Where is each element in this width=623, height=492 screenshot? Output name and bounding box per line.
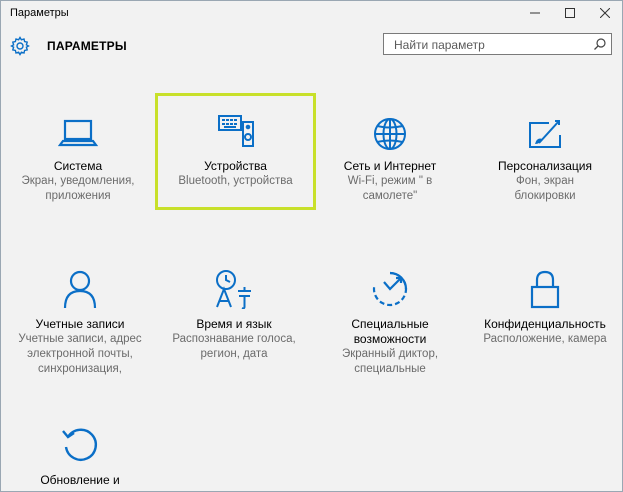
lock-icon [530,270,560,309]
tile-label: Устройства [204,159,267,173]
tile-accounts[interactable]: Учетные записи Учетные записи, адрес эле… [5,269,155,377]
tile-desc: Wi-Fi, режим " в [347,175,433,187]
tile-devices[interactable]: Устройства Bluetooth, устройства [155,93,316,210]
tile-label: Обновление и [40,473,120,487]
tile-time-language[interactable]: Время и язык Распознавание голоса, регио… [159,269,309,362]
tile-label: Учетные записи [35,317,125,331]
tile-label: Персонализация [497,159,593,173]
tile-desc: синхронизация, [38,363,122,375]
tile-desc: Фон, экран [516,175,574,187]
tile-network[interactable]: Сеть и Интернет Wi-Fi, режим " в самолет… [315,117,465,204]
tile-desc: специальные [354,363,426,375]
tile-desc: Bluetooth, устройства [178,175,293,187]
devices-icon [217,115,254,147]
tile-desc: Экранный диктор, [341,348,439,360]
tile-desc: Распознавание голоса, [172,333,296,345]
ease-of-access-icon [372,271,408,307]
tile-desc: блокировки [514,190,576,202]
tile-desc: Расположение, камера [483,333,607,345]
settings-window: Параметры ПАРАМЕТРЫ Найти параметр Систе… [0,0,623,492]
personalization-icon [529,120,561,148]
tile-desc: регион, дата [200,348,268,360]
tile-label: Конфиденциальность [484,317,606,331]
tile-label: Время и язык [196,317,272,331]
tile-ease-of-access[interactable]: Специальные возможности Экранный диктор,… [315,269,465,377]
tile-desc: самолете" [362,190,418,202]
tile-label: Сеть и Интернет [343,159,437,173]
tile-privacy[interactable]: Конфиденциальность Расположение, камера [470,269,620,347]
tile-desc: Экран, уведомления, [21,175,135,187]
tile-label: Система [53,159,103,173]
tile-update[interactable]: Обновление и [5,425,155,488]
settings-grid: Система Экран, уведомления, приложения У… [1,1,622,491]
time-language-icon [216,270,251,309]
tile-label-line2: возможности [353,332,427,346]
tile-system[interactable]: Система Экран, уведомления, приложения [3,117,153,204]
person-icon [63,270,97,309]
tile-desc: электронной почты, [27,348,133,360]
tile-desc: приложения [45,190,111,202]
tile-personalization[interactable]: Персонализация Фон, экран блокировки [470,117,620,204]
laptop-icon [58,119,98,147]
tile-desc: Учетные записи, адрес [18,333,142,345]
update-icon [62,428,98,461]
tile-label: Специальные [351,317,429,331]
globe-icon [374,118,406,150]
